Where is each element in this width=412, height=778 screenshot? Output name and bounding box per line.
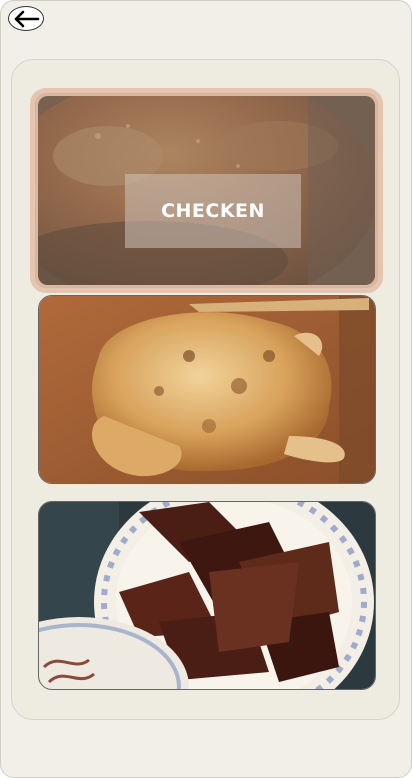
app-screen: CHECKEN <box>0 0 412 778</box>
category-card-chicken[interactable]: CHECKEN <box>30 88 383 293</box>
category-card-grilled-beef[interactable] <box>38 501 376 690</box>
arrow-left-icon <box>14 10 40 27</box>
card-image: CHECKEN <box>38 96 375 285</box>
card-label: CHECKEN <box>161 200 265 222</box>
category-card-roast-chicken[interactable] <box>38 295 376 484</box>
grilled-beef-plate-image <box>39 502 375 689</box>
card-label-box: CHECKEN <box>125 174 301 248</box>
roast-chicken-board-image <box>39 296 375 483</box>
back-button[interactable] <box>8 6 44 31</box>
